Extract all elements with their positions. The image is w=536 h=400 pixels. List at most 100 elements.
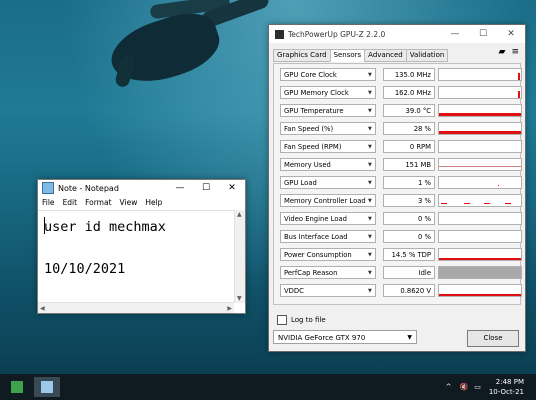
sensor-value: 151 MB — [383, 158, 435, 171]
sensor-graph — [438, 122, 522, 135]
sensor-graph-dash — [505, 203, 511, 204]
sensor-graph-dash — [464, 203, 470, 204]
sensor-graph — [438, 212, 522, 225]
chevron-down-icon[interactable]: ▼ — [368, 270, 372, 276]
notepad-window[interactable]: Note - Notepad — ☐ ✕ File Edit Format Vi… — [37, 179, 246, 314]
minimize-button[interactable]: — — [167, 183, 193, 193]
scroll-down-icon[interactable]: ▼ — [237, 295, 242, 302]
taskbar-notepad-app[interactable] — [34, 377, 60, 397]
sensor-label[interactable]: PerfCap Reason — [280, 266, 376, 279]
clock-time: 2:48 PM — [495, 378, 524, 386]
chevron-down-icon[interactable]: ▼ — [368, 162, 372, 168]
chevron-down-icon[interactable]: ▼ — [368, 90, 372, 96]
log-checkbox[interactable] — [277, 315, 287, 325]
menu-view[interactable]: View — [120, 198, 138, 207]
sensor-graph — [438, 86, 522, 99]
clock[interactable]: 2:48 PM 10-Oct-21 — [489, 377, 524, 397]
speaker-muted-icon[interactable]: 🔇 — [459, 383, 468, 391]
maximize-button[interactable]: ☐ — [469, 29, 497, 39]
sensor-graph-dash — [441, 203, 447, 204]
sensor-value: Idle — [383, 266, 435, 279]
minimize-button[interactable]: — — [441, 29, 469, 39]
sensor-graph — [438, 284, 522, 297]
scroll-right-icon[interactable]: ▶ — [227, 305, 232, 312]
sensor-value: 1 % — [383, 176, 435, 189]
sensor-graph-dot — [498, 185, 499, 186]
sensor-label[interactable]: Bus Interface Load — [280, 230, 376, 243]
notepad-title: Note - Notepad — [58, 183, 119, 193]
sensor-row: Memory Used ▼ 151 MB — [280, 158, 522, 172]
taskbar-gpuz-app[interactable] — [4, 377, 30, 397]
gpuz-taskbar-icon — [11, 381, 23, 393]
gpuz-window[interactable]: TechPowerUp GPU-Z 2.2.0 — ☐ ✕ Graphics C… — [268, 24, 526, 352]
notepad-titlebar[interactable]: Note - Notepad — ☐ ✕ — [38, 180, 245, 196]
sensor-value: 0.8620 V — [383, 284, 435, 297]
sensor-graph — [438, 104, 522, 117]
notepad-content: user id mechmax 10/10/2021 — [44, 219, 166, 277]
sensor-row: GPU Load ▼ 1 % — [280, 176, 522, 190]
menu-edit[interactable]: Edit — [63, 198, 78, 207]
sensor-graph-dash — [484, 203, 490, 204]
sensor-value: 3 % — [383, 194, 435, 207]
camera-icon[interactable]: ▰ — [499, 47, 506, 57]
sensor-label[interactable]: Memory Controller Load — [280, 194, 376, 207]
sensor-value: 0 RPM — [383, 140, 435, 153]
chevron-down-icon[interactable]: ▼ — [368, 252, 372, 258]
sensor-label[interactable]: Video Engine Load — [280, 212, 376, 225]
close-button[interactable]: ✕ — [219, 183, 245, 193]
sensor-label[interactable]: VDDC — [280, 284, 376, 297]
sensor-graph — [438, 230, 522, 243]
menu-help[interactable]: Help — [145, 198, 162, 207]
gpuz-titlebar[interactable]: TechPowerUp GPU-Z 2.2.0 — ☐ ✕ — [269, 25, 525, 43]
notepad-app-icon — [42, 182, 54, 194]
sensor-label[interactable]: Power Consumption — [280, 248, 376, 261]
chevron-down-icon[interactable]: ▼ — [368, 126, 372, 132]
vertical-scrollbar[interactable]: ▲ ▼ — [234, 210, 245, 303]
chevron-down-icon[interactable]: ▼ — [368, 180, 372, 186]
sensor-label[interactable]: GPU Memory Clock — [280, 86, 376, 99]
sensor-label[interactable]: GPU Core Clock — [280, 68, 376, 81]
menu-icon[interactable]: ≡ — [511, 47, 519, 57]
sensor-label[interactable]: Fan Speed (%) — [280, 122, 376, 135]
horizontal-scrollbar[interactable]: ◀ ▶ — [38, 302, 234, 313]
chevron-down-icon[interactable]: ▼ — [368, 198, 372, 204]
maximize-button[interactable]: ☐ — [193, 183, 219, 193]
sensor-graph-spike — [518, 91, 520, 98]
tab-advanced[interactable]: Advanced — [364, 49, 407, 62]
sensor-value: 14.5 % TDP — [383, 248, 435, 261]
chevron-up-icon[interactable]: ^ — [446, 383, 452, 391]
taskbar: ^ 🔇 ▭ 2:48 PM 10-Oct-21 — [0, 374, 536, 400]
chevron-down-icon[interactable]: ▼ — [368, 288, 372, 294]
gpu-select[interactable]: NVIDIA GeForce GTX 970 ▼ — [273, 330, 417, 344]
chevron-down-icon[interactable]: ▼ — [368, 234, 372, 240]
close-window-button[interactable]: Close — [467, 330, 519, 347]
log-to-file[interactable]: Log to file — [277, 315, 326, 325]
system-tray: ^ 🔇 ▭ 2:48 PM 10-Oct-21 — [446, 374, 536, 400]
chevron-down-icon[interactable]: ▼ — [368, 108, 372, 114]
chevron-down-icon[interactable]: ▼ — [368, 144, 372, 150]
sensor-label[interactable]: GPU Load — [280, 176, 376, 189]
menu-format[interactable]: Format — [85, 198, 111, 207]
sensor-graph — [438, 248, 522, 261]
sensor-graph-spike — [518, 73, 520, 80]
close-button[interactable]: ✕ — [497, 29, 525, 39]
chevron-down-icon[interactable]: ▼ — [368, 72, 372, 78]
tab-sensors[interactable]: Sensors — [329, 49, 366, 62]
sensor-label[interactable]: Memory Used — [280, 158, 376, 171]
sensor-row: PerfCap Reason ▼ Idle — [280, 266, 522, 280]
menu-file[interactable]: File — [42, 198, 55, 207]
sensor-label[interactable]: GPU Temperature — [280, 104, 376, 117]
sensor-value: 39.0 °C — [383, 104, 435, 117]
tab-graphics-card[interactable]: Graphics Card — [273, 49, 331, 62]
log-label: Log to file — [291, 316, 326, 324]
scroll-left-icon[interactable]: ◀ — [40, 305, 45, 312]
sensor-value: 162.0 MHz — [383, 86, 435, 99]
notepad-text-area[interactable]: user id mechmax 10/10/2021 — [38, 210, 234, 302]
chevron-down-icon[interactable]: ▼ — [368, 216, 372, 222]
network-icon[interactable]: ▭ — [474, 383, 481, 391]
scroll-up-icon[interactable]: ▲ — [237, 211, 242, 218]
tab-validation[interactable]: Validation — [405, 49, 449, 62]
sensor-row: Video Engine Load ▼ 0 % — [280, 212, 522, 226]
sensor-label[interactable]: Fan Speed (RPM) — [280, 140, 376, 153]
sensor-graph-fill — [439, 258, 521, 260]
